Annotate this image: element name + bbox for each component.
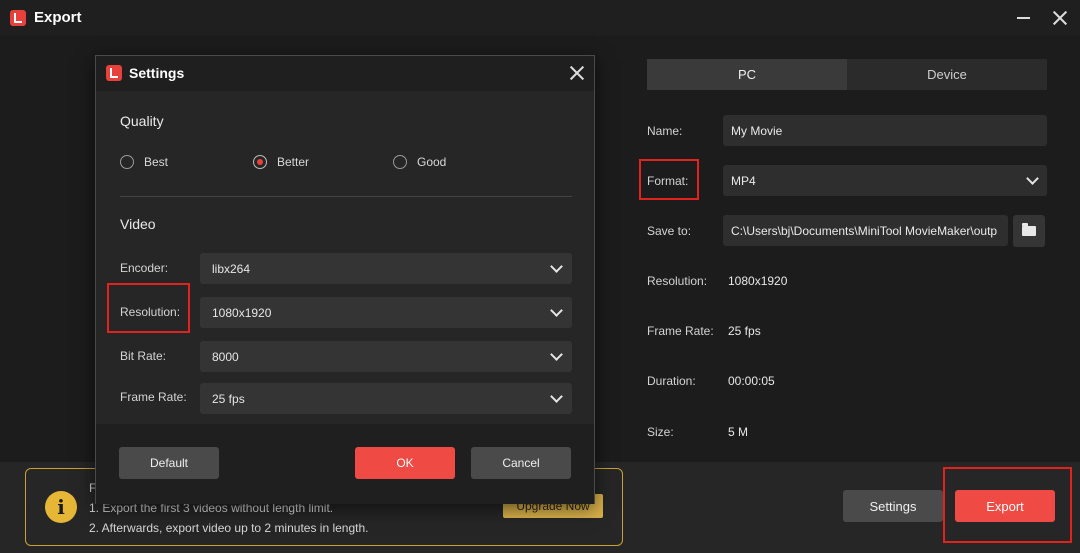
encoder-label: Encoder: (120, 261, 169, 275)
quality-heading: Quality (120, 113, 164, 129)
name-input[interactable]: My Movie (723, 115, 1047, 146)
chevron-down-icon (1026, 172, 1039, 185)
close-icon[interactable] (1050, 8, 1070, 28)
tab-device[interactable]: Device (847, 59, 1047, 90)
browse-folder-button[interactable] (1013, 215, 1045, 247)
notice-line-2: 2. Afterwards, export video up to 2 minu… (89, 521, 369, 535)
format-select-value: MP4 (731, 173, 756, 188)
window-title: Export (34, 9, 82, 26)
name-label: Name: (647, 124, 683, 138)
chevron-down-icon (550, 390, 563, 403)
format-label: Format: (647, 174, 689, 188)
duration-value: 00:00:05 (728, 374, 775, 388)
cancel-button[interactable]: Cancel (471, 447, 571, 479)
frame-rate-label: Frame Rate: (120, 390, 187, 404)
divider (120, 196, 572, 197)
default-button[interactable]: Default (119, 447, 219, 479)
video-heading: Video (120, 216, 156, 232)
folder-icon (1022, 223, 1036, 236)
duration-label: Duration: (647, 374, 696, 388)
radio-icon (120, 155, 134, 169)
frame-rate-select[interactable]: 25 fps (200, 383, 572, 414)
close-icon[interactable] (567, 63, 587, 83)
dialog-title: Settings (129, 65, 185, 81)
resolution-select[interactable]: 1080x1920 (200, 297, 572, 328)
app-logo-icon (10, 10, 26, 26)
chevron-down-icon (550, 304, 563, 317)
settings-button[interactable]: Settings (843, 490, 943, 522)
size-value: 5 M (728, 425, 749, 439)
bit-rate-label: Bit Rate: (120, 349, 167, 363)
resolution-value: 1080x1920 (728, 274, 788, 288)
app-logo-icon (106, 65, 122, 81)
ok-button[interactable]: OK (355, 447, 455, 479)
dialog-title-bar: Settings (96, 56, 594, 91)
save-to-label: Save to: (647, 224, 692, 238)
frame-rate-value: 25 fps (728, 324, 761, 338)
chevron-down-icon (550, 348, 563, 361)
export-button[interactable]: Export (955, 490, 1055, 522)
export-target-tabs: PC Device (647, 59, 1047, 90)
resolution-select-value: 1080x1920 (212, 305, 272, 320)
radio-label: Better (277, 155, 310, 169)
radio-label: Best (144, 155, 169, 169)
quality-radio-good[interactable]: Good (393, 155, 446, 169)
tab-pc[interactable]: PC (647, 59, 847, 90)
radio-icon (393, 155, 407, 169)
bit-rate-select-value: 8000 (212, 349, 239, 364)
resolution-label: Resolution: (120, 305, 181, 319)
minimize-icon[interactable] (1014, 8, 1034, 28)
size-label: Size: (647, 425, 674, 439)
chevron-down-icon (550, 260, 563, 273)
quality-radio-best[interactable]: Best (120, 155, 168, 169)
save-path-input[interactable]: C:\Users\bj\Documents\MiniTool MovieMake… (723, 215, 1008, 246)
frame-rate-label: Frame Rate: (647, 324, 714, 338)
bit-rate-select[interactable]: 8000 (200, 341, 572, 372)
encoder-select[interactable]: libx264 (200, 253, 572, 284)
format-select[interactable]: MP4 (723, 165, 1047, 196)
radio-label: Good (417, 155, 447, 169)
settings-dialog: Settings Quality Best Better Good Video … (95, 55, 595, 504)
quality-radio-better[interactable]: Better (253, 155, 309, 169)
resolution-label: Resolution: (647, 274, 708, 288)
encoder-select-value: libx264 (212, 261, 251, 276)
info-icon: i (45, 491, 77, 523)
title-bar: Export (0, 0, 1080, 36)
radio-selected-icon (253, 155, 267, 169)
frame-rate-select-value: 25 fps (212, 391, 245, 406)
export-window: Export PC Device Name: My Movie Format: … (0, 0, 1080, 553)
